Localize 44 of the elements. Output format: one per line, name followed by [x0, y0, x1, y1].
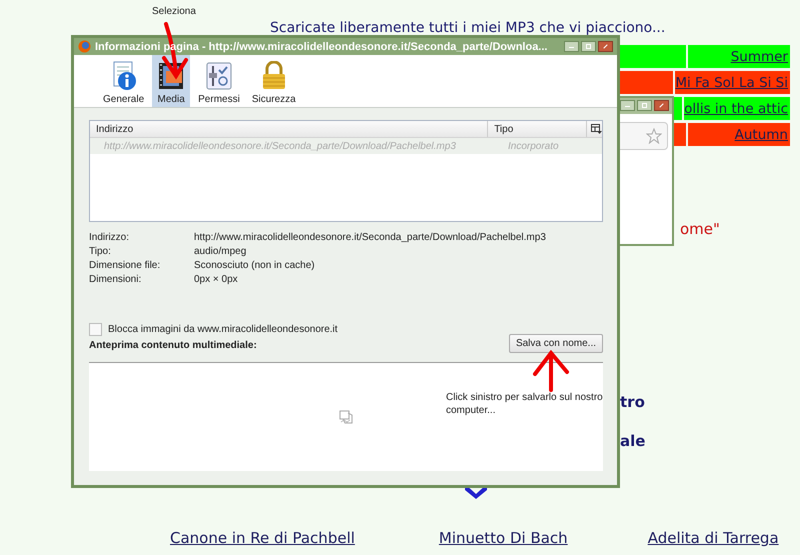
- annotation-arrow: [531, 350, 571, 392]
- save-button[interactable]: Salva con nome...: [508, 334, 603, 353]
- song-link[interactable]: Summer: [730, 48, 788, 64]
- song-link[interactable]: Adelita di Tarrega: [648, 529, 779, 547]
- maximize-icon[interactable]: [637, 100, 652, 111]
- tab[interactable]: Permessi: [194, 55, 244, 107]
- page-text: ale: [620, 432, 646, 450]
- browser-icon: [78, 40, 91, 53]
- column-header[interactable]: Tipo: [488, 121, 586, 137]
- field-label: Indirizzo:: [89, 232, 130, 243]
- close-icon[interactable]: [654, 100, 669, 111]
- minimize-icon[interactable]: [620, 100, 635, 111]
- field-value: Sconosciuto (non in cache): [194, 260, 316, 271]
- close-icon[interactable]: [598, 41, 613, 52]
- star-icon: [646, 128, 662, 144]
- field-value: 0px × 0px: [194, 274, 239, 285]
- song-link[interactable]: Mi Fa Sol La Si Si: [675, 74, 788, 90]
- song-link[interactable]: Autumn: [734, 126, 788, 142]
- annotation-note: Click sinistro per salvarlo sul nostro computer...: [446, 391, 604, 417]
- minimize-icon[interactable]: [564, 41, 579, 52]
- song-link[interactable]: ollis in the attic: [684, 100, 788, 116]
- page-text: tro: [620, 393, 645, 411]
- field-value: http://www.miracolidelleondesonore.it/Seconda_parte/Download/Pachelbel.mp3: [194, 232, 547, 243]
- page-text: ome": [680, 220, 720, 238]
- field-value: audio/mpeg: [194, 246, 248, 257]
- song-link[interactable]: Canone in Re di Pachbell: [170, 529, 355, 547]
- checkbox-label[interactable]: Blocca immagini da www.miracolidelleondesonore.it: [108, 324, 338, 335]
- checkbox[interactable]: [89, 323, 102, 336]
- column-picker[interactable]: [586, 121, 602, 137]
- page-heading: Scaricate liberamente tutti i miei MP3 che vi piacciono...: [270, 20, 666, 36]
- maximize-icon[interactable]: [581, 41, 596, 52]
- switches-icon: [204, 61, 234, 91]
- field-label: Dimensione file:: [89, 260, 162, 271]
- section-label: Anteprima contenuto multimediale:: [89, 340, 257, 351]
- column-picker-icon: [591, 124, 602, 134]
- field-label: Tipo:: [89, 246, 112, 257]
- field-label: Dimensioni:: [89, 274, 142, 285]
- column-header[interactable]: Indirizzo: [90, 121, 488, 137]
- broken-image-icon: [339, 410, 353, 424]
- tab[interactable]: Sicurezza: [248, 55, 300, 107]
- annotation-label: Seleziona: [152, 6, 196, 17]
- song-link[interactable]: Minuetto Di Bach: [438, 529, 568, 547]
- table-cell-text: Incorporato: [507, 140, 560, 154]
- tab[interactable]: Generale: [99, 55, 148, 107]
